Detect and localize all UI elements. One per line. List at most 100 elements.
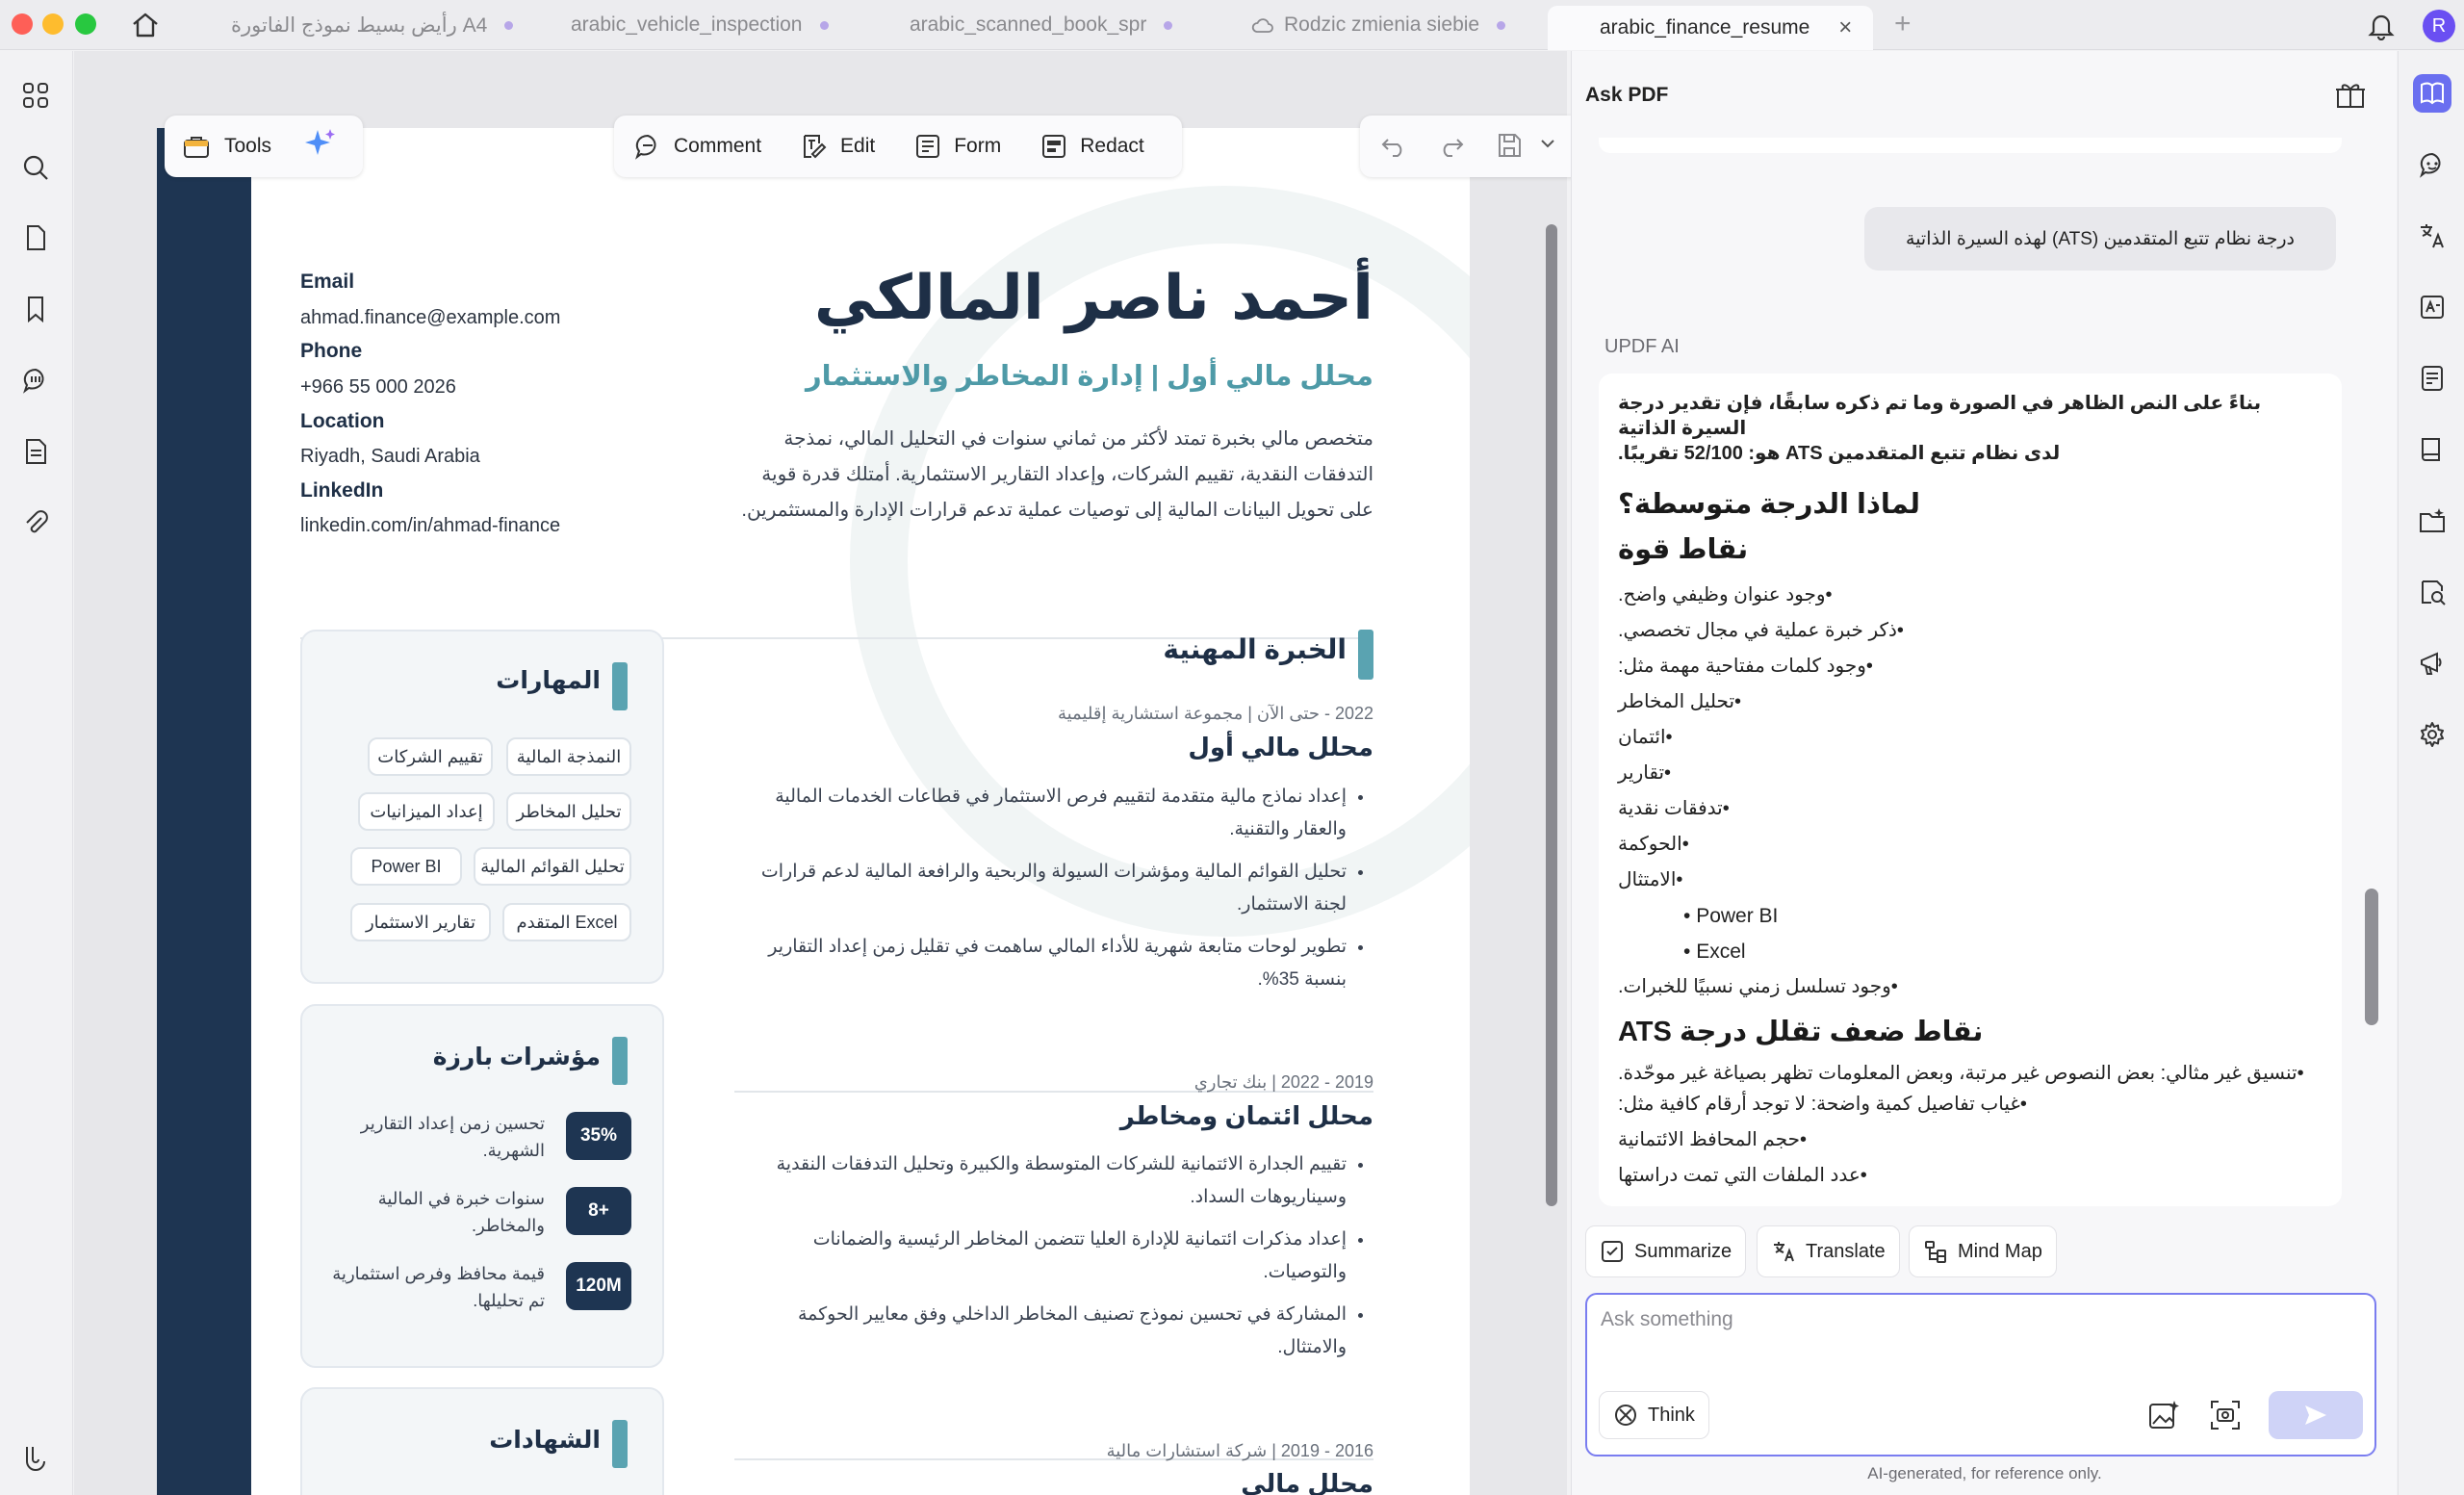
ask-pdf-book-icon[interactable] — [2413, 74, 2451, 113]
bell-icon[interactable] — [2368, 12, 2395, 45]
ask-input-box: Think — [1585, 1293, 2376, 1456]
summarize-button[interactable]: Summarize — [1585, 1225, 1747, 1277]
reader-icon[interactable] — [2413, 430, 2451, 469]
user-message: درجة نظام تتبع المتقدمين (ATS) لهذه السي… — [1864, 207, 2336, 271]
ai-list-item: •ائتمان — [1618, 727, 1673, 748]
metrics-title: مؤشرات بارزة — [432, 1044, 601, 1070]
send-icon — [2305, 1405, 2326, 1425]
form-fill-icon[interactable] — [2413, 359, 2451, 398]
job-bullet: تحليل القوائم المالية ومؤشرات السيولة وا… — [734, 856, 1347, 921]
job-bullets: إعداد نماذج مالية متقدمة لتقييم فرص الاس… — [734, 781, 1373, 1006]
attachment-icon[interactable] — [18, 505, 53, 540]
redact-button[interactable]: Redact — [1020, 132, 1164, 161]
right-tool-rail — [2398, 51, 2464, 1495]
edit-toolbar: Comment Edit Form Redact — [614, 116, 1182, 177]
window-close-button[interactable] — [12, 13, 33, 35]
job-title: محلل ائتمان ومخاطر — [1119, 1101, 1373, 1130]
redo-icon[interactable] — [1437, 131, 1466, 165]
ai-list-item: •عدد الملفات التي تمت دراستها — [1618, 1165, 1867, 1186]
think-label: Think — [1648, 1404, 1695, 1426]
home-icon[interactable] — [129, 10, 162, 40]
tab-close-icon[interactable]: × — [1838, 14, 1852, 41]
resume-page[interactable]: Email ahmad.finance@example.com Phone +9… — [157, 128, 1470, 1495]
redact-icon — [1042, 135, 1066, 158]
folder-ai-icon[interactable] — [2413, 502, 2451, 540]
document-scrollbar[interactable] — [1544, 176, 1559, 1206]
tab-dot-icon — [504, 20, 514, 30]
mind-map-label: Mind Map — [1958, 1240, 2042, 1262]
window-minimize-button[interactable] — [42, 13, 64, 35]
location-label: Location — [300, 410, 385, 432]
document-viewer[interactable]: Email ahmad.finance@example.com Phone +9… — [74, 51, 1630, 1495]
title-bar: رأيض بسيط نموذج الفاتورة A4 arabic_vehic… — [0, 0, 2464, 50]
window-zoom-button[interactable] — [75, 13, 96, 35]
skill-chip: إعداد الميزانيات — [358, 792, 495, 831]
ask-pdf-panel: Ask PDF درجة نظام تتبع المتقدمين (ATS) ل… — [1571, 51, 2397, 1495]
tools-button[interactable]: Tools — [182, 133, 271, 160]
gift-icon[interactable] — [2334, 78, 2367, 116]
job-meta: 2016 - 2019 | شركة استشارات مالية — [1106, 1441, 1373, 1460]
updf-logo-icon[interactable] — [18, 1439, 53, 1474]
email-value: ahmad.finance@example.com — [300, 307, 561, 328]
ai-intro: بناءً على النص الظاهر في الصورة وما تم ذ… — [1618, 391, 2321, 466]
redact-label: Redact — [1080, 135, 1144, 157]
previous-message-card — [1599, 138, 2342, 153]
translate-icon — [1774, 1242, 1794, 1262]
ocr-icon[interactable] — [2413, 288, 2451, 326]
mind-map-button[interactable]: Mind Map — [1909, 1225, 2057, 1277]
tab-vehicle-inspection[interactable]: arabic_vehicle_inspection — [571, 6, 860, 44]
tab-rodzic[interactable]: Rodzic zmienia siebie — [1251, 6, 1530, 44]
skill-chip: تحليل المخاطر — [506, 792, 631, 831]
ai-chat-icon[interactable] — [2413, 145, 2451, 184]
tab-scanned-book[interactable]: arabic_scanned_book_spr — [910, 6, 1189, 44]
metric-badge: 35% — [566, 1112, 631, 1160]
summarize-icon — [1602, 1241, 1623, 1262]
job-title: محلل مالي أول — [1188, 733, 1373, 761]
undo-icon[interactable] — [1379, 131, 1408, 165]
summary-line: متخصص مالي بخبرة تمتد لأكثر من ثماني سنو… — [783, 428, 1373, 450]
panel-scrollbar[interactable] — [2365, 889, 2378, 1025]
email-label: Email — [300, 271, 355, 293]
chevron-down-icon[interactable] — [1539, 137, 1556, 155]
metric-label: تحسين زمن إعداد التقارير الشهرية. — [360, 1114, 545, 1160]
ai-list-item: •وجود عنوان وظيفي واضح. — [1618, 584, 1833, 606]
thumbnails-grid-icon[interactable] — [18, 78, 53, 113]
avatar[interactable]: R — [2423, 10, 2455, 42]
ai-label: UPDF AI — [1604, 336, 1680, 357]
translate-side-icon[interactable] — [2413, 217, 2451, 255]
resume-subtitle: محلل مالي أول | إدارة المخاطر والاستثمار — [805, 361, 1373, 392]
summary-line: على تحويل البيانات المالية إلى توصيات عم… — [741, 500, 1373, 521]
save-icon[interactable] — [1495, 131, 1524, 165]
presentation-icon[interactable] — [2413, 644, 2451, 683]
translate-button[interactable]: Translate — [1757, 1225, 1900, 1277]
screenshot-icon[interactable] — [2209, 1399, 2242, 1436]
ai-list-item: •وجود كلمات مفتاحية مهمة مثل: — [1618, 656, 1873, 677]
document-scroll-thumb[interactable] — [1546, 224, 1557, 1206]
form-button[interactable]: Form — [894, 132, 1020, 161]
pages-icon[interactable] — [18, 220, 53, 255]
image-ai-icon[interactable] — [2147, 1399, 2180, 1436]
new-tab-icon[interactable]: + — [1894, 8, 1912, 40]
job-title: محلل مالي — [1241, 1469, 1373, 1495]
section-accent-bar — [1358, 630, 1373, 680]
search-document-icon[interactable] — [2413, 573, 2451, 611]
cloud-icon — [1251, 18, 1273, 33]
edit-button[interactable]: Edit — [781, 132, 894, 161]
bookmark-icon[interactable] — [18, 292, 53, 326]
skill-chip: النمذجة المالية — [506, 737, 631, 776]
metric-badge: 120M — [566, 1262, 631, 1310]
send-button[interactable] — [2269, 1391, 2363, 1439]
comment-button[interactable]: Comment — [614, 132, 781, 161]
comments-icon[interactable] — [18, 363, 53, 398]
ask-input[interactable] — [1601, 1308, 2361, 1376]
search-icon[interactable] — [18, 150, 53, 185]
ai-sparkle-icon[interactable] — [304, 127, 337, 166]
think-button[interactable]: Think — [1599, 1391, 1709, 1439]
settings-gear-icon[interactable] — [2413, 715, 2451, 754]
tab-finance-resume[interactable]: arabic_finance_resume × — [1548, 6, 1873, 50]
tab-invoice[interactable]: رأيض بسيط نموذج الفاتورة A4 — [231, 6, 520, 44]
tools-toolbar: Tools — [165, 116, 363, 177]
document-icon[interactable] — [18, 434, 53, 469]
form-label: Form — [954, 135, 1002, 157]
linkedin-value: linkedin.com/in/ahmad-finance — [300, 515, 561, 536]
